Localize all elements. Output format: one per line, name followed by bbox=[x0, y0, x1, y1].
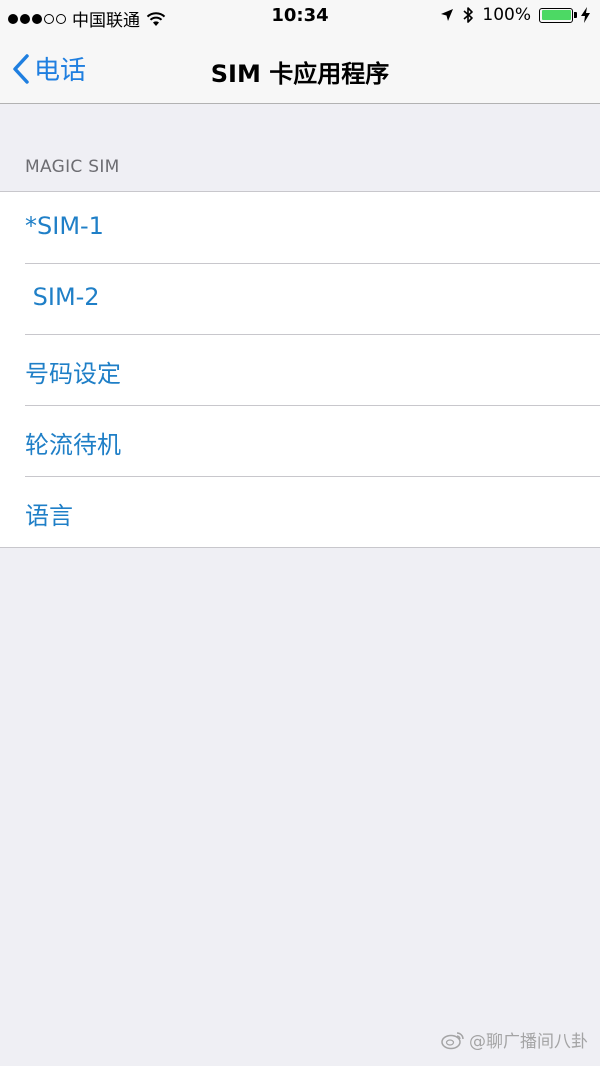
section-header: MAGIC SIM bbox=[25, 157, 120, 177]
list-item-number-settings[interactable]: 号码设定 bbox=[0, 334, 600, 405]
list-item-label: 号码设定 bbox=[25, 360, 121, 388]
list-item-label: 轮流待机 bbox=[25, 431, 121, 459]
list-item-label: 语言 bbox=[25, 502, 73, 530]
list-item-alternate-standby[interactable]: 轮流待机 bbox=[0, 405, 600, 476]
status-right: 100% bbox=[440, 5, 590, 25]
list-item-sim-2[interactable]: SIM-2 bbox=[0, 263, 600, 334]
list-item-label: *SIM-1 bbox=[25, 212, 104, 240]
battery-tip bbox=[574, 11, 577, 18]
list-item-sim-1[interactable]: *SIM-1 bbox=[0, 192, 600, 263]
sim-app-list: *SIM-1 SIM-2 号码设定 轮流待机 语言 bbox=[0, 191, 600, 548]
page-title: SIM 卡应用程序 bbox=[210, 60, 390, 88]
bluetooth-icon bbox=[463, 7, 474, 23]
weibo-logo-icon bbox=[441, 1031, 464, 1049]
list-item-label: SIM-2 bbox=[25, 283, 100, 311]
battery-level bbox=[541, 10, 571, 20]
navigation-bar: 电话 SIM 卡应用程序 bbox=[0, 36, 600, 104]
battery-percentage: 100% bbox=[482, 5, 531, 25]
location-arrow-icon bbox=[441, 9, 454, 21]
watermark: @聊广播间八卦 bbox=[441, 1027, 588, 1052]
watermark-text: @聊广播间八卦 bbox=[469, 1032, 588, 1052]
battery-icon bbox=[539, 7, 577, 23]
charging-bolt-icon bbox=[581, 7, 590, 23]
status-bar: 中国联通 10:34 100% bbox=[0, 0, 600, 36]
list-item-language[interactable]: 语言 bbox=[0, 476, 600, 547]
